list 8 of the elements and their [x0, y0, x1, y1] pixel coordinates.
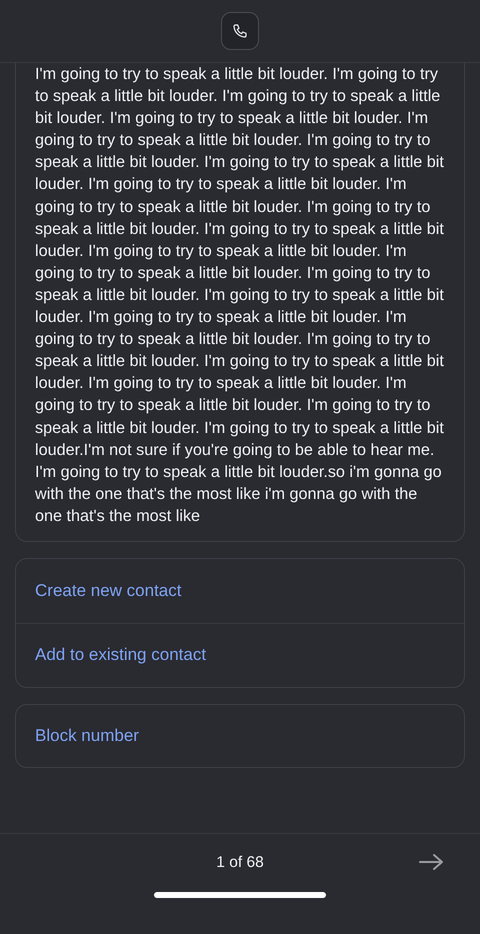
call-button[interactable] — [221, 12, 259, 50]
action-link[interactable]: Add to existing contact — [16, 622, 464, 687]
transcript-text: I'm going to try to speak a little bit louder. I'm going to try to speak a little bit louder. I'm going to try to speak a little bit louder. I'm going to try to speak a little bit louder. I'm going to try to speak a little bit louder. I'm going to try to speak a little bit louder. I'm going to try to speak a little bit louder. I'm going to try to speak a little bit louder. I'm going to try to speak a little bit louder. I'm going to try to speak a little bit louder. I'm going to try to speak a little bit louder. I'm going to try to speak a little bit louder. I'm going to try to speak a little bit louder. I'm going to try to speak a little bit louder. I'm going to try to speak a little bit louder. I'm going to try to speak a little bit louder. I'm going to try to speak a little bit louder. I'm going to try to speak a little bit louder. I'm going to try to speak a little bit louder. I'm going to try to speak a little bit louder. I'm going to try to speak a little bit louder. I'm going to try to speak a little bit louder. I'm going to try to speak a little bit louder.I'm not sure if you're going to be able to hear me. I'm going to try to speak a little bit louder.so i'm gonna go with the one that's the most like i'm gonna go with the one that's the most like — [35, 64, 445, 527]
action-link[interactable]: Block number — [16, 704, 464, 767]
next-arrow-icon[interactable] — [418, 852, 444, 872]
phone-icon — [232, 23, 248, 39]
page-counter: 1 of 68 — [216, 854, 264, 872]
action-link[interactable]: Create new contact — [16, 558, 464, 623]
